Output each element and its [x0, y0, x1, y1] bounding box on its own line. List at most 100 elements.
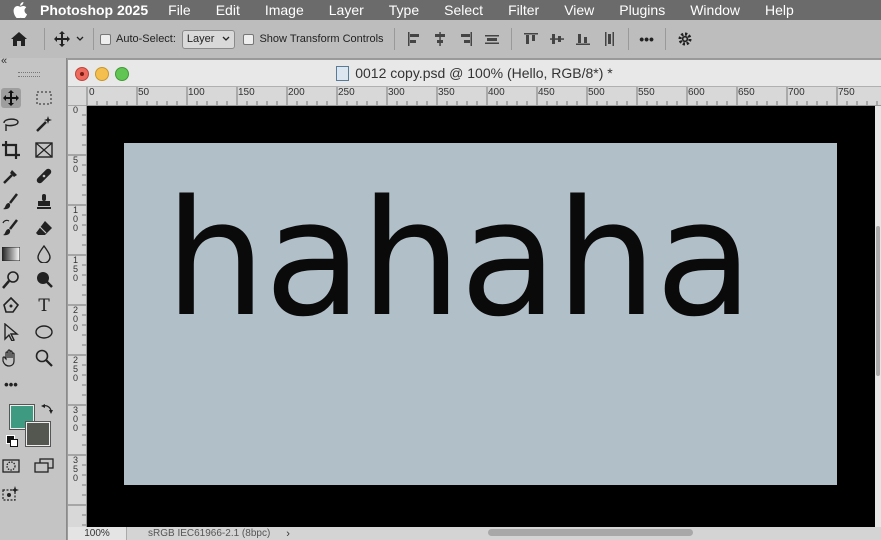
quick-mask-icon[interactable] [1, 456, 21, 476]
auto-select-label: Auto-Select: [116, 33, 176, 45]
ruler-label: 50 [138, 87, 150, 98]
collapse-panel-button[interactable]: « [1, 55, 7, 67]
chevron-down-icon [222, 36, 230, 41]
align-vertical-centers-icon[interactable] [544, 32, 570, 46]
menu-view[interactable]: View [564, 2, 594, 18]
text-layer-background: hahaha [124, 143, 837, 485]
ruler-label: 100 [188, 87, 205, 98]
ruler-label: 300 [388, 87, 405, 98]
edit-toolbar-button[interactable]: ••• [1, 374, 21, 394]
color-profile-info[interactable]: sRGB IEC61966-2.1 (8bpc) [148, 528, 270, 539]
document-canvas[interactable]: hahaha [87, 106, 875, 527]
ruler-label: 0 [73, 105, 79, 115]
ruler-label: 500 [588, 87, 605, 98]
crop-tool-icon[interactable] [1, 140, 21, 160]
ruler-label: 250 [338, 87, 355, 98]
divider [93, 28, 94, 50]
brush-tool-icon[interactable] [1, 192, 21, 212]
gradient-tool-icon[interactable] [1, 244, 21, 264]
align-horizontal-centers-icon[interactable] [427, 32, 453, 46]
move-tool-icon[interactable] [51, 31, 73, 47]
ruler-label: 2 5 0 [73, 355, 79, 383]
tool-preset-chevron-icon[interactable] [73, 36, 87, 42]
eraser-tool-icon[interactable] [34, 218, 54, 238]
document-title: 0012 copy.psd @ 100% (Hello, RGB/8*) * [355, 65, 613, 81]
dodge-tool-icon[interactable] [1, 270, 21, 290]
zoom-tool-icon[interactable] [34, 348, 54, 368]
align-right-edges-icon[interactable] [453, 32, 479, 46]
default-colors-icon[interactable] [6, 435, 18, 447]
status-info-arrow[interactable]: › [286, 528, 290, 540]
minimize-window-button[interactable] [95, 67, 109, 81]
ruler-label: 3 0 0 [73, 405, 79, 433]
horizontal-scroll-thumb[interactable] [488, 529, 693, 536]
ruler-origin[interactable] [68, 87, 87, 106]
frame-tool-icon[interactable] [34, 140, 54, 160]
menu-select[interactable]: Select [444, 2, 483, 18]
menu-help[interactable]: Help [765, 2, 794, 18]
document-titlebar[interactable]: 0012 copy.psd @ 100% (Hello, RGB/8*) * [68, 60, 881, 87]
close-window-button[interactable] [75, 67, 89, 81]
pen-tool-icon[interactable] [1, 296, 21, 316]
ruler-label: 3 5 0 [73, 455, 79, 483]
clone-stamp-icon[interactable] [34, 192, 54, 212]
menu-plugins[interactable]: Plugins [619, 2, 665, 18]
blur-tool-icon[interactable] [34, 244, 54, 264]
move-tool-icon[interactable] [1, 88, 21, 108]
divider [664, 28, 666, 50]
zoom-level-field[interactable]: 100% [68, 527, 127, 540]
show-transform-checkbox[interactable] [243, 33, 255, 45]
menu-window[interactable]: Window [690, 2, 740, 18]
vertical-ruler[interactable]: 0 5 0 1 0 0 1 5 0 2 0 0 2 5 0 3 0 0 3 5 … [68, 105, 87, 530]
path-selection-icon[interactable] [1, 322, 21, 342]
align-bottom-edges-icon[interactable] [570, 32, 596, 46]
ruler-label: 350 [438, 87, 455, 98]
history-brush-icon[interactable] [1, 218, 21, 238]
lasso-tool-icon[interactable] [1, 114, 21, 134]
divider [393, 28, 395, 50]
ruler-label: 1 0 0 [73, 205, 79, 233]
menu-image[interactable]: Image [265, 2, 304, 18]
ruler-label: 150 [238, 87, 255, 98]
vertical-scrollbar[interactable] [875, 106, 881, 527]
ruler-label: 200 [288, 87, 305, 98]
menu-file[interactable]: File [168, 2, 191, 18]
hand-tool-icon[interactable] [1, 348, 21, 368]
type-tool-icon[interactable]: T [34, 296, 54, 316]
distribute-horizontal-icon[interactable] [596, 32, 622, 46]
distribute-vertical-icon[interactable] [479, 32, 505, 46]
rectangular-marquee-icon[interactable] [34, 88, 54, 108]
generative-expand-icon[interactable] [1, 484, 21, 504]
ruler-label: 5 0 [73, 155, 79, 174]
align-top-edges-icon[interactable] [518, 32, 544, 46]
align-left-edges-icon[interactable] [401, 32, 427, 46]
ruler-label: 650 [738, 87, 755, 98]
horizontal-ruler[interactable]: 0 50 100 150 200 250 300 350 400 450 500… [86, 87, 881, 106]
divider [44, 28, 45, 50]
ellipse-tool-icon[interactable] [34, 322, 54, 342]
home-icon[interactable] [0, 31, 38, 47]
vertical-scroll-thumb[interactable] [876, 226, 880, 376]
gear-icon[interactable] [672, 31, 698, 47]
menu-type[interactable]: Type [389, 2, 419, 18]
ruler-label: 450 [538, 87, 555, 98]
auto-select-dropdown[interactable]: Layer [181, 29, 236, 49]
app-name-menu[interactable]: Photoshop 2025 [40, 2, 148, 18]
sponge-tool-icon[interactable] [34, 270, 54, 290]
divider [510, 28, 512, 50]
magic-wand-icon[interactable] [34, 114, 54, 134]
menu-layer[interactable]: Layer [329, 2, 364, 18]
screen-mode-icon[interactable] [34, 456, 54, 476]
menu-filter[interactable]: Filter [508, 2, 539, 18]
swap-colors-icon[interactable] [40, 402, 54, 421]
healing-brush-icon[interactable] [34, 166, 54, 186]
zoom-window-button[interactable] [115, 67, 129, 81]
background-color-swatch[interactable] [25, 421, 51, 447]
panel-grip[interactable] [18, 72, 40, 77]
auto-select-value: Layer [186, 33, 215, 45]
auto-select-checkbox[interactable] [100, 33, 111, 45]
menu-edit[interactable]: Edit [216, 2, 240, 18]
eyedropper-tool-icon[interactable] [1, 166, 21, 186]
more-options-button[interactable]: ••• [635, 31, 659, 47]
apple-menu-icon[interactable] [0, 2, 40, 18]
